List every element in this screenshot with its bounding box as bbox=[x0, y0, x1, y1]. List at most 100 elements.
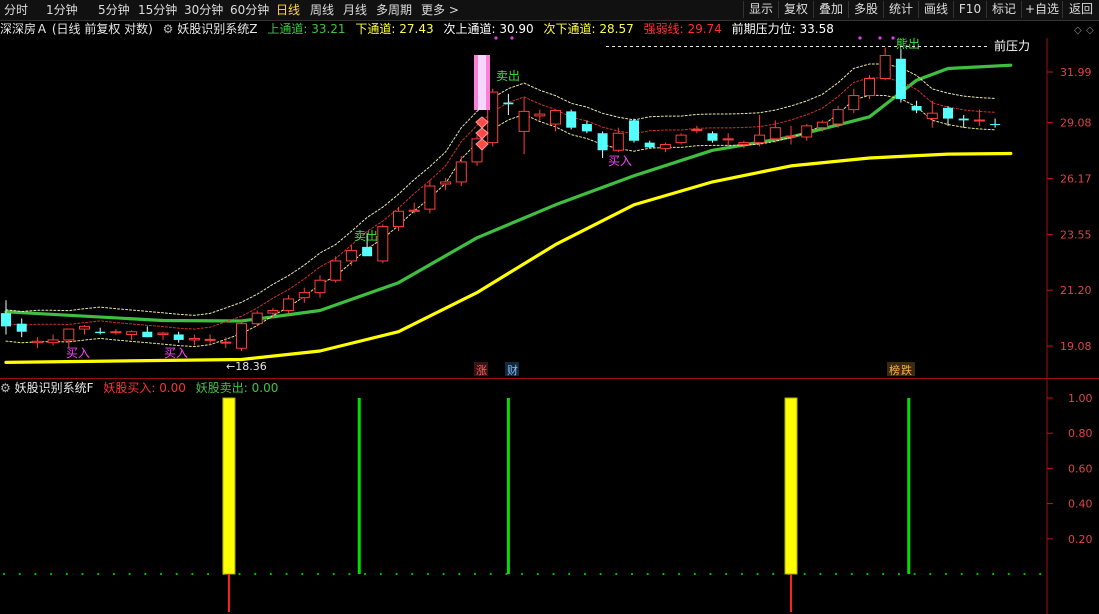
zero-line-dot bbox=[285, 572, 288, 576]
sub-axis-label: 0.80 bbox=[1068, 427, 1093, 440]
sub-axis-label: 0.60 bbox=[1068, 462, 1093, 475]
candle-body bbox=[911, 106, 922, 111]
finance-text: 财 bbox=[507, 363, 518, 377]
zero-line-dot bbox=[34, 572, 37, 576]
zero-line-dot bbox=[442, 572, 445, 576]
zero-line-dot bbox=[50, 572, 53, 576]
zero-line-dot bbox=[81, 572, 84, 576]
event-dot bbox=[891, 36, 895, 40]
zero-line-dot bbox=[269, 572, 272, 576]
candle-body bbox=[785, 135, 797, 138]
candle-body bbox=[345, 249, 357, 262]
sub-lower-channel-line bbox=[5, 94, 996, 348]
candle-body bbox=[283, 298, 295, 312]
zero-line-dot bbox=[473, 572, 477, 576]
price-axis-label: 23.55 bbox=[1060, 228, 1092, 241]
sell-label: 卖出 bbox=[496, 69, 520, 83]
candle-body bbox=[220, 341, 232, 344]
candle-body bbox=[738, 142, 750, 146]
ranking-text: 榜 bbox=[889, 363, 900, 377]
sub-axis-label: 0.40 bbox=[1068, 498, 1093, 511]
sub-axis-label: 0.20 bbox=[1068, 533, 1093, 546]
candle-body bbox=[31, 340, 43, 344]
zero-line-dot bbox=[803, 572, 806, 576]
zero-line-dot bbox=[725, 572, 728, 576]
lower-channel-line bbox=[4, 151, 1013, 364]
price-axis: 31.99 29.08 26.17 23.55 21.20 19.08 bbox=[1047, 66, 1092, 353]
zero-line-dot bbox=[819, 572, 822, 576]
zero-line-dot bbox=[191, 572, 194, 576]
buy-label: 买入 bbox=[164, 346, 188, 360]
event-dot bbox=[858, 36, 862, 40]
zero-line-dot bbox=[740, 572, 744, 576]
zero-line-dot bbox=[2, 572, 6, 576]
zero-line-dot bbox=[18, 572, 21, 576]
zero-line-dot bbox=[159, 572, 163, 576]
candle-body bbox=[47, 339, 59, 344]
candle-body bbox=[330, 260, 342, 281]
zero-line-dot bbox=[944, 572, 948, 576]
sub-axis-label: 1.00 bbox=[1068, 392, 1093, 405]
candle-body bbox=[298, 292, 310, 299]
event-dot bbox=[510, 36, 514, 40]
limit-up-pillar-core bbox=[478, 55, 486, 110]
zero-line-dot bbox=[866, 572, 869, 576]
low-price-label: ←18.36 bbox=[226, 360, 267, 373]
collapse-panel-icon[interactable]: ◇ bbox=[1074, 25, 1082, 36]
sub-signal-bars bbox=[2, 397, 1042, 612]
candle-body bbox=[864, 78, 875, 97]
zero-line-dot bbox=[678, 572, 681, 576]
zero-line-dot bbox=[97, 572, 100, 576]
zero-line-dot bbox=[395, 572, 398, 576]
zero-line-dot bbox=[521, 572, 524, 576]
buy-signal-bar bbox=[222, 397, 236, 575]
candle-body bbox=[455, 161, 467, 183]
diamond-signal-icon bbox=[475, 116, 489, 129]
candle-body bbox=[188, 338, 200, 341]
diamond-signal-icon bbox=[475, 127, 489, 140]
candle-body bbox=[879, 55, 891, 80]
zero-line-dot bbox=[301, 572, 304, 576]
drop-text: 跌 bbox=[901, 363, 912, 377]
candle-body bbox=[267, 310, 279, 314]
candle-body bbox=[958, 118, 969, 121]
candle-body bbox=[79, 325, 90, 330]
zero-line-dot bbox=[536, 572, 539, 576]
candle-body bbox=[675, 134, 687, 144]
candle-body bbox=[63, 328, 75, 341]
zero-line-dot bbox=[882, 572, 885, 576]
zero-line-dot bbox=[458, 572, 461, 576]
price-axis-label: 29.08 bbox=[1060, 117, 1092, 130]
candle-body bbox=[142, 331, 153, 338]
zero-line-dot bbox=[332, 572, 335, 576]
zero-line-dot bbox=[364, 572, 367, 576]
zero-line-dot bbox=[756, 572, 759, 576]
candle-body bbox=[377, 226, 389, 262]
zero-line-dot bbox=[1039, 572, 1042, 576]
zero-line-dot bbox=[897, 572, 901, 576]
zero-line-dot bbox=[583, 572, 587, 576]
candle-body bbox=[1, 313, 11, 327]
candle-body bbox=[314, 279, 326, 294]
expand-panel-icon[interactable]: ◇ bbox=[1086, 25, 1094, 36]
candle-body bbox=[832, 109, 844, 125]
zero-line-dot bbox=[709, 572, 712, 576]
zero-line-dot bbox=[662, 572, 665, 576]
candle-body bbox=[973, 119, 985, 122]
zero-line-dot bbox=[128, 572, 131, 576]
candle-body bbox=[691, 129, 703, 132]
candle-body bbox=[95, 331, 106, 334]
zero-line-dot bbox=[426, 572, 429, 576]
candle-body bbox=[722, 138, 734, 141]
buy-label: 买入 bbox=[608, 154, 632, 168]
candle-body bbox=[173, 334, 184, 340]
zero-line-dot bbox=[175, 572, 178, 576]
sub-value-axis: 1.00 0.80 0.60 0.40 0.20 bbox=[1047, 392, 1093, 546]
kline-chart[interactable]: ◇ ◇ 31.99 29.08 26.17 23.55 21.20 19.08 1.00 0… bbox=[0, 0, 1099, 614]
candle-body bbox=[362, 246, 373, 257]
candle-body bbox=[597, 133, 608, 151]
candle-body bbox=[534, 113, 546, 117]
zero-line-dot bbox=[1023, 572, 1026, 576]
zero-line-dot bbox=[835, 572, 838, 576]
zero-line-dot bbox=[65, 572, 68, 576]
